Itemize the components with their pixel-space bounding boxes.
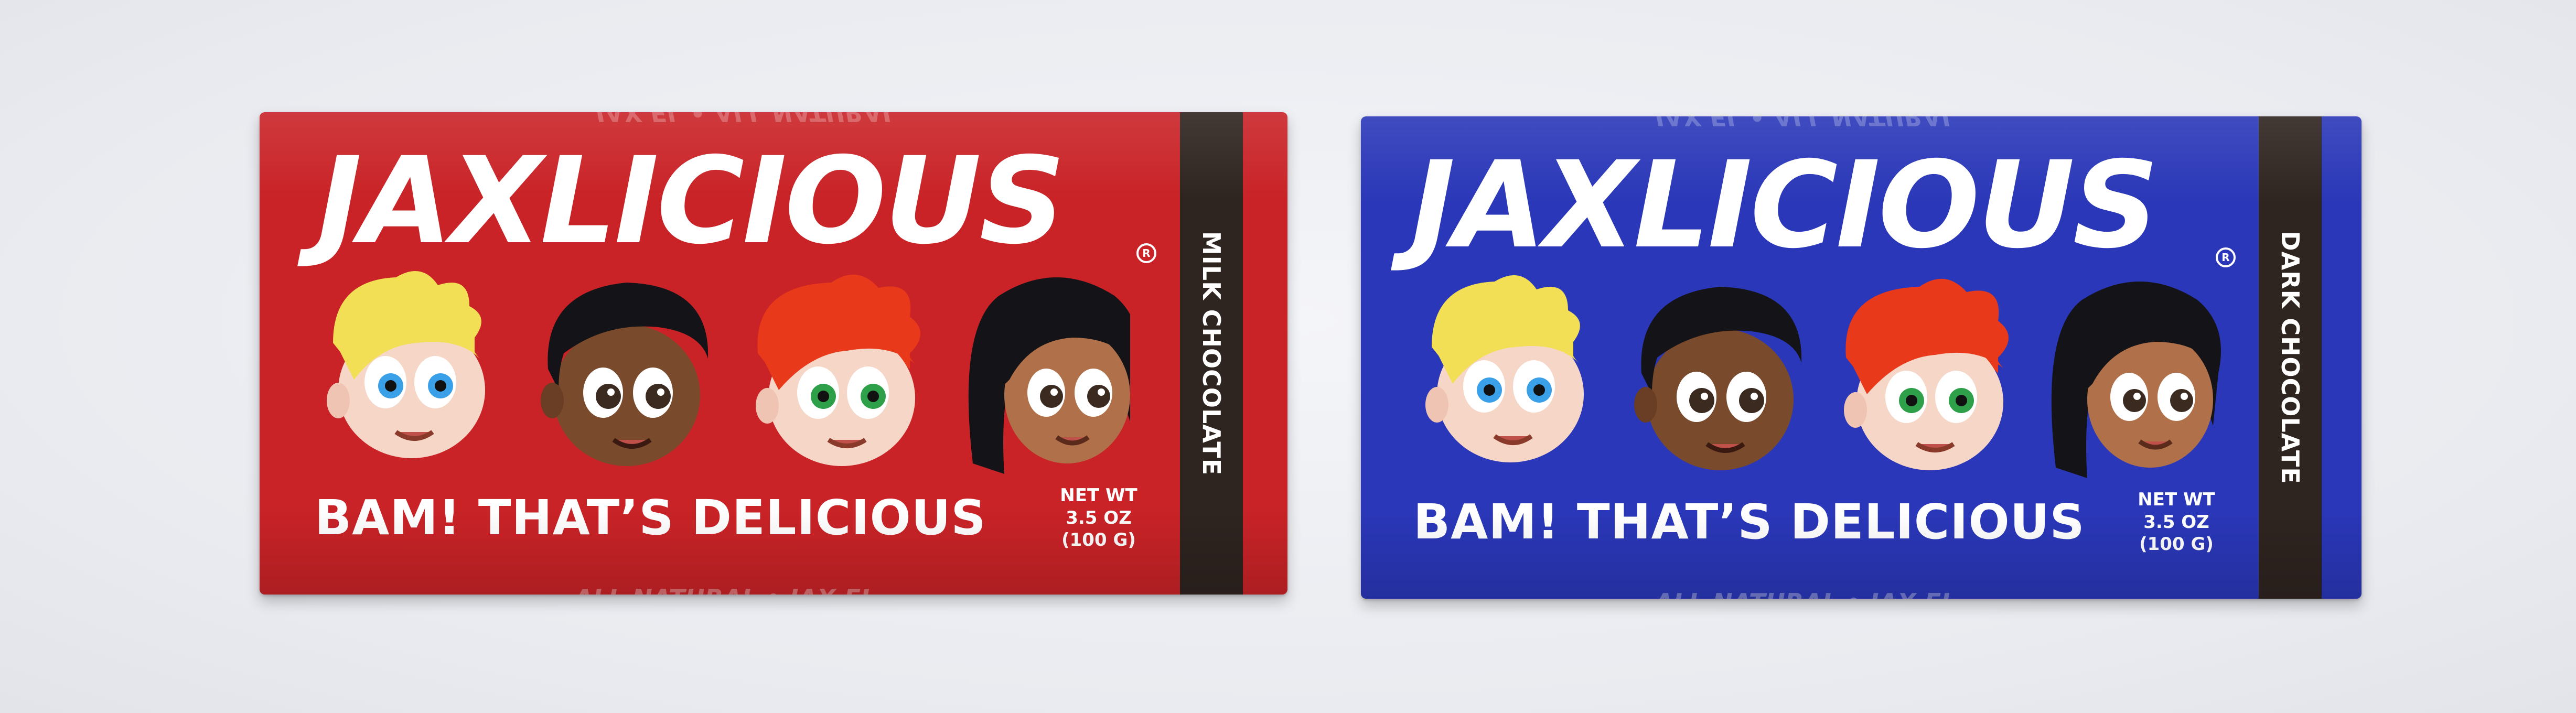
dark-chocolate-bar: JAX EL • ALL NATURAL JAXLICIOUS R BAM! T… — [1361, 116, 2362, 599]
dark-haired-girl-face — [2051, 282, 2221, 478]
redhead-boy-face — [1844, 278, 2009, 470]
registered-mark: R — [2216, 247, 2236, 267]
net-weight-oz: 3.5 OZ — [1066, 507, 1132, 528]
flavor-band: DARK CHOCOLATE — [2259, 116, 2322, 599]
tagline: BAM! THAT’S DELICIOUS — [1413, 494, 2085, 550]
dark-haired-boy-face — [1634, 287, 1802, 470]
net-weight: NET WT 3.5 OZ (100 G) — [1041, 484, 1156, 552]
net-weight-grams: (100 G) — [2139, 534, 2214, 555]
dark-haired-boy-face — [541, 283, 709, 466]
redhead-boy-face — [756, 274, 920, 466]
dark-haired-girl-face — [968, 277, 1130, 474]
brand-logo: JAXLICIOUS — [317, 131, 1066, 271]
net-weight-grams: (100 G) — [1061, 530, 1136, 550]
net-weight-label: NET WT — [1060, 485, 1137, 506]
bottom-fold-text: ALL NATURAL • JAX EL — [1655, 588, 1956, 599]
top-fold-text: JAX EL • ALL NATURAL — [595, 112, 897, 127]
tagline: BAM! THAT’S DELICIOUS — [315, 490, 986, 546]
registered-mark: R — [1136, 243, 1156, 263]
net-weight: NET WT 3.5 OZ (100 G) — [2119, 489, 2234, 556]
brand-logo: JAXLICIOUS — [1411, 135, 2159, 275]
flavor-band: MILK CHOCOLATE — [1180, 112, 1243, 595]
milk-chocolate-bar: JAX EL • ALL NATURAL JAXLICIOUS R BAM! T… — [260, 112, 1287, 595]
blond-boy-face — [1425, 275, 1584, 462]
net-weight-label: NET WT — [2138, 489, 2215, 510]
blond-boy-face — [327, 271, 485, 458]
character-faces — [1425, 275, 2221, 478]
net-weight-oz: 3.5 OZ — [2143, 511, 2209, 533]
top-fold-text: JAX EL • ALL NATURAL — [1655, 116, 1957, 131]
character-faces — [327, 271, 1130, 474]
flavor-label: DARK CHOCOLATE — [2276, 231, 2304, 484]
flavor-label: MILK CHOCOLATE — [1197, 231, 1226, 476]
bottom-fold-text: ALL NATURAL • JAX EL — [574, 584, 876, 595]
